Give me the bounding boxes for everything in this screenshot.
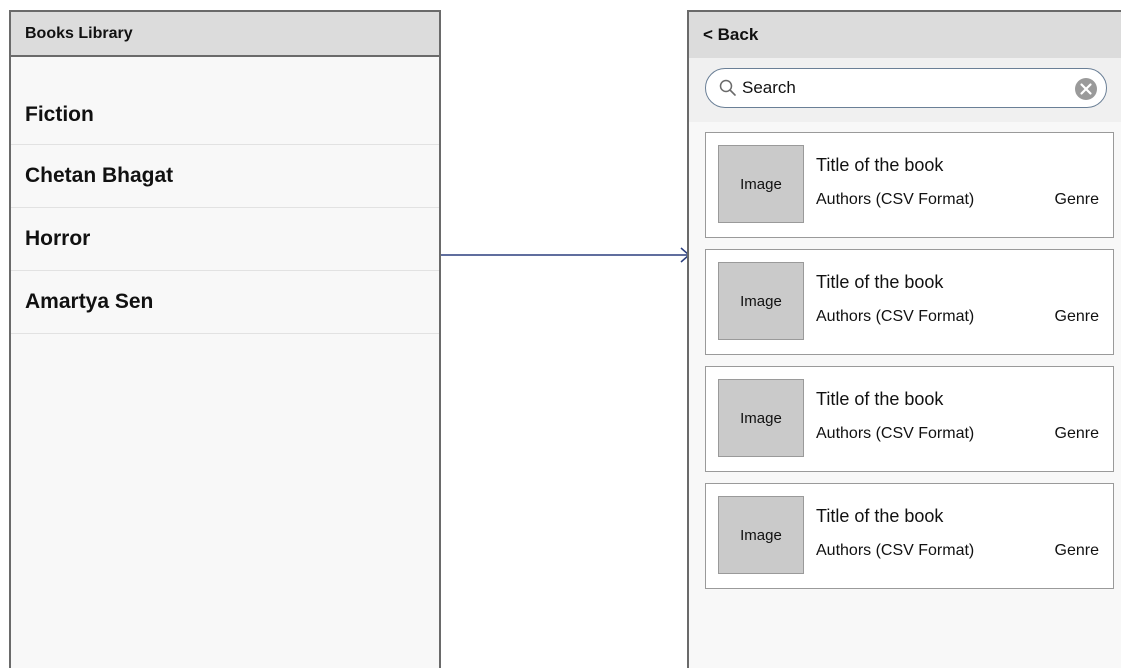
book-title: Title of the book [816,389,944,409]
list-item-horror[interactable]: Horror [11,208,439,271]
book-cover-image: Image [718,262,804,340]
book-genre: Genre [1054,425,1099,442]
library-screen: Books Library Fiction Chetan Bhagat Horr… [9,10,441,668]
book-authors: Authors (CSV Format) [816,425,975,442]
book-title: Title of the book [816,155,944,175]
book-authors: Authors (CSV Format) [816,542,975,559]
search-field[interactable] [705,68,1107,108]
flow-arrow [441,247,691,263]
clear-search-icon[interactable] [1074,77,1098,101]
book-title: Title of the book [816,272,944,292]
book-genre: Genre [1054,308,1099,325]
library-title: Books Library [11,12,439,57]
book-card[interactable]: Image Title of the book Authors (CSV For… [705,366,1114,472]
list-item-chetan-bhagat[interactable]: Chetan Bhagat [11,145,439,208]
book-card[interactable]: Image Title of the book Authors (CSV For… [705,483,1114,589]
book-title: Title of the book [816,506,944,526]
book-cover-image: Image [718,145,804,223]
book-cover-image: Image [718,496,804,574]
library-list: Fiction Chetan Bhagat Horror Amartya Sen [11,86,439,334]
list-item-fiction[interactable]: Fiction [11,86,439,145]
search-bar [689,58,1121,122]
search-icon [719,79,736,96]
book-card[interactable]: Image Title of the book Authors (CSV For… [705,132,1114,238]
book-authors: Authors (CSV Format) [816,191,975,208]
search-input[interactable] [742,78,1062,98]
book-authors: Authors (CSV Format) [816,308,975,325]
book-genre: Genre [1054,542,1099,559]
book-card[interactable]: Image Title of the book Authors (CSV For… [705,249,1114,355]
book-cover-image: Image [718,379,804,457]
results-screen: < Back Image Title of the book Authors (… [687,10,1121,668]
book-genre: Genre [1054,191,1099,208]
back-button[interactable]: < Back [689,12,1121,58]
book-list: Image Title of the book Authors (CSV For… [689,132,1121,589]
list-item-amartya-sen[interactable]: Amartya Sen [11,271,439,334]
